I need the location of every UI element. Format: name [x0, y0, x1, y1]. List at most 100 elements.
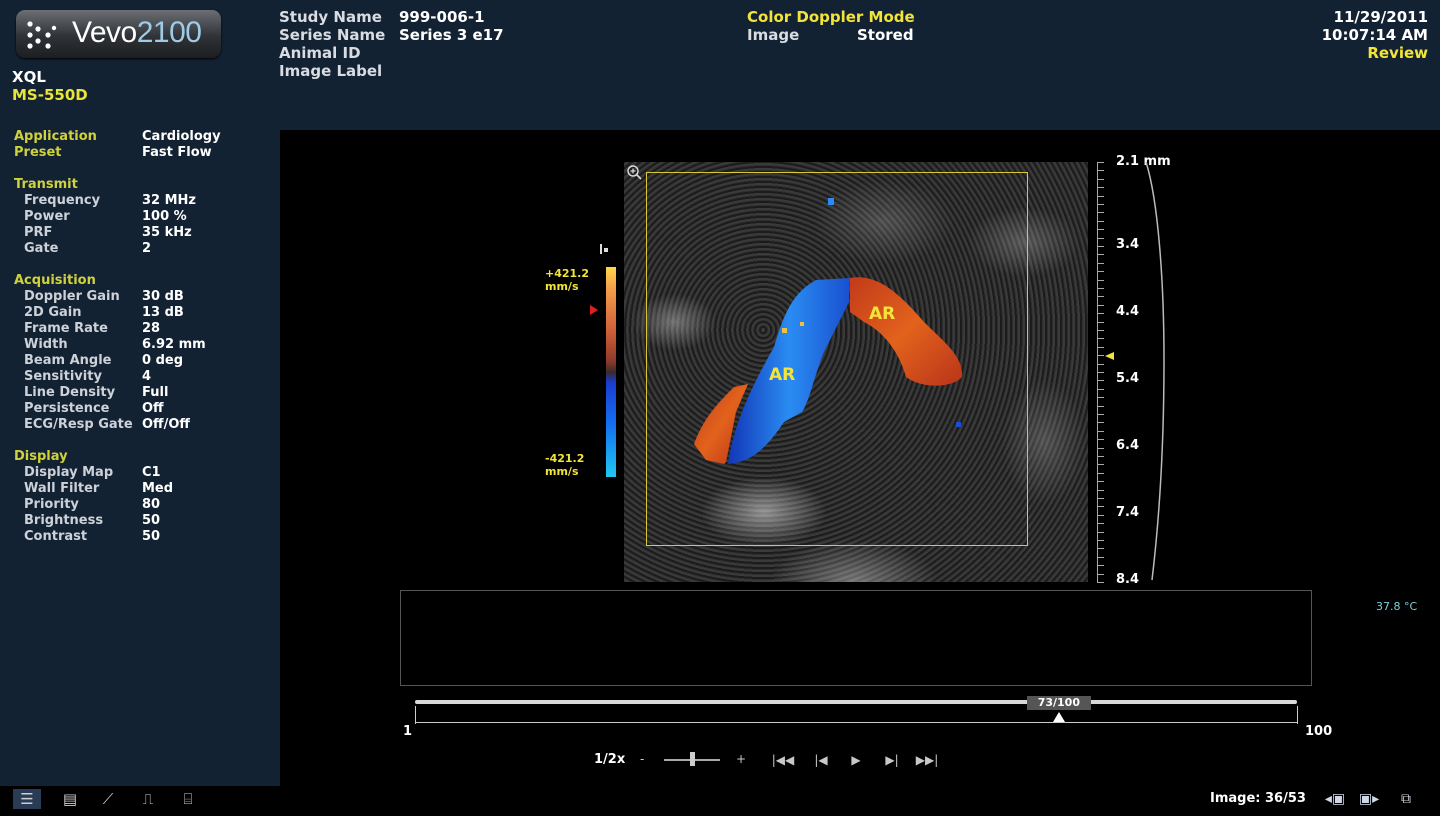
depth-tick [1097, 162, 1104, 163]
depth-tick [1097, 414, 1104, 415]
depth-tick [1097, 448, 1104, 449]
color-box-roi[interactable] [646, 172, 1028, 546]
depth-tick [1097, 263, 1104, 264]
focus-marker[interactable] [1105, 352, 1114, 360]
step-forward-button[interactable]: ▶| [879, 751, 905, 769]
gate-value: 2 [142, 241, 152, 256]
depth-tick [1097, 179, 1104, 180]
skip-to-start-icon: |◀◀ [771, 753, 795, 767]
tgc-curve[interactable] [1140, 160, 1170, 584]
wall-filter-label: Wall Filter [24, 481, 100, 496]
depth-tick [1097, 380, 1104, 381]
tools-button[interactable]: ⌸ [174, 789, 202, 809]
play-button[interactable]: ▶ [843, 751, 869, 769]
zoom-icon[interactable] [626, 164, 642, 180]
contrast-label: Contrast [24, 529, 88, 544]
line-density-value: Full [142, 385, 169, 400]
sensitivity-label: Sensitivity [24, 369, 102, 384]
annotation-ar-bottom[interactable]: AR [769, 365, 795, 385]
persistence-label: Persistence [24, 401, 110, 416]
baseline-dot [604, 248, 608, 252]
line-density-label: Line Density [24, 385, 116, 400]
step-back-button[interactable]: |◀ [808, 751, 834, 769]
physiology-trace-panel[interactable] [400, 590, 1312, 686]
list-icon: ☰ [20, 790, 34, 808]
depth-tick [1097, 490, 1104, 491]
depth-label: 6.4 [1116, 438, 1140, 453]
image-status-label: Image [747, 26, 800, 44]
logo-number: 2100 [136, 16, 202, 49]
next-image-button[interactable]: ▣▸ [1356, 789, 1382, 809]
measurement-button[interactable]: ⟋ [94, 789, 122, 809]
velocity-max-unit: mm/s [545, 280, 579, 293]
velocity-min-value: -421.2 [545, 452, 585, 465]
skip-to-start-button[interactable]: |◀◀ [770, 751, 796, 769]
depth-tick [1097, 187, 1104, 188]
layout-icon: ▤ [62, 790, 78, 808]
layout-button[interactable]: ▤ [56, 789, 84, 809]
acquisition-heading: Acquisition [14, 273, 96, 288]
depth-label: 3.4 [1116, 237, 1140, 252]
study-list-button[interactable]: ☰ [13, 789, 41, 809]
image-status-value: Stored [857, 26, 914, 44]
next-image-icon: ▣▸ [1358, 791, 1380, 807]
analysis-button[interactable]: ⎍ [134, 789, 162, 809]
temperature-readout: 37.8 °C [1376, 600, 1418, 613]
vevo-logo: Vevo2100 [16, 10, 221, 58]
depth-tick [1097, 246, 1104, 247]
depth-tick [1097, 330, 1104, 331]
speed-decrease-button[interactable]: - [640, 752, 644, 766]
power-label: Power [24, 209, 70, 224]
window-icon: ⧉ [1401, 791, 1411, 807]
depth-tick [1097, 254, 1104, 255]
depth-tick [1097, 397, 1104, 398]
depth-tick [1097, 296, 1104, 297]
frame-counter-badge: 73/100 [1026, 696, 1091, 710]
contrast-value: 50 [142, 529, 161, 544]
fullscreen-button[interactable]: ⧉ [1393, 789, 1419, 809]
previous-image-button[interactable]: ◂▣ [1322, 789, 1348, 809]
depth-tick [1097, 196, 1104, 197]
measure-icon: ⟋ [102, 790, 114, 808]
logo-prefix: Vevo [72, 16, 137, 49]
depth-tick [1097, 548, 1104, 549]
imaging-mode: Color Doppler Mode [747, 8, 915, 26]
power-value: 100 % [142, 209, 187, 224]
animal-id-label: Animal ID [279, 44, 361, 62]
depth-tick [1097, 355, 1104, 356]
depth-tick [1097, 305, 1104, 306]
depth-tick [1097, 574, 1104, 575]
frame-rate-label: Frame Rate [24, 321, 108, 336]
depth-tick [1097, 347, 1104, 348]
skip-to-end-button[interactable]: ▶▶| [914, 751, 940, 769]
depth-tick [1097, 565, 1104, 566]
brightness-value: 50 [142, 513, 161, 528]
annotation-ar-top[interactable]: AR [869, 304, 895, 324]
depth-tick [1097, 456, 1104, 457]
depth-tick [1097, 288, 1104, 289]
velocity-marker-arrow[interactable] [590, 305, 598, 315]
display-heading: Display [14, 449, 68, 464]
time: 10:07:14 AM [1321, 26, 1428, 44]
playhead-marker[interactable] [1052, 712, 1065, 722]
depth-tick [1097, 170, 1104, 171]
logo-text: Vevo2100 [72, 16, 202, 50]
width-value: 6.92 mm [142, 337, 206, 352]
cine-loop-track[interactable] [415, 700, 1297, 704]
timeline-axis [415, 722, 1297, 723]
depth-label: 8.4 [1116, 572, 1140, 587]
baseline-marker [600, 244, 602, 254]
step-back-icon: |◀ [814, 753, 828, 767]
priority-value: 80 [142, 497, 161, 512]
display-map-value: C1 [142, 465, 161, 480]
depth-tick [1097, 280, 1104, 281]
speed-increase-button[interactable]: + [736, 752, 746, 766]
speed-slider-thumb[interactable] [690, 752, 695, 766]
depth-tick [1097, 582, 1104, 583]
preset-label: Preset [14, 145, 62, 160]
depth-tick [1097, 238, 1104, 239]
transmit-heading: Transmit [14, 177, 78, 192]
depth-tick [1097, 498, 1104, 499]
ecg-resp-gate-label: ECG/Resp Gate [24, 417, 133, 432]
depth-tick [1097, 229, 1104, 230]
